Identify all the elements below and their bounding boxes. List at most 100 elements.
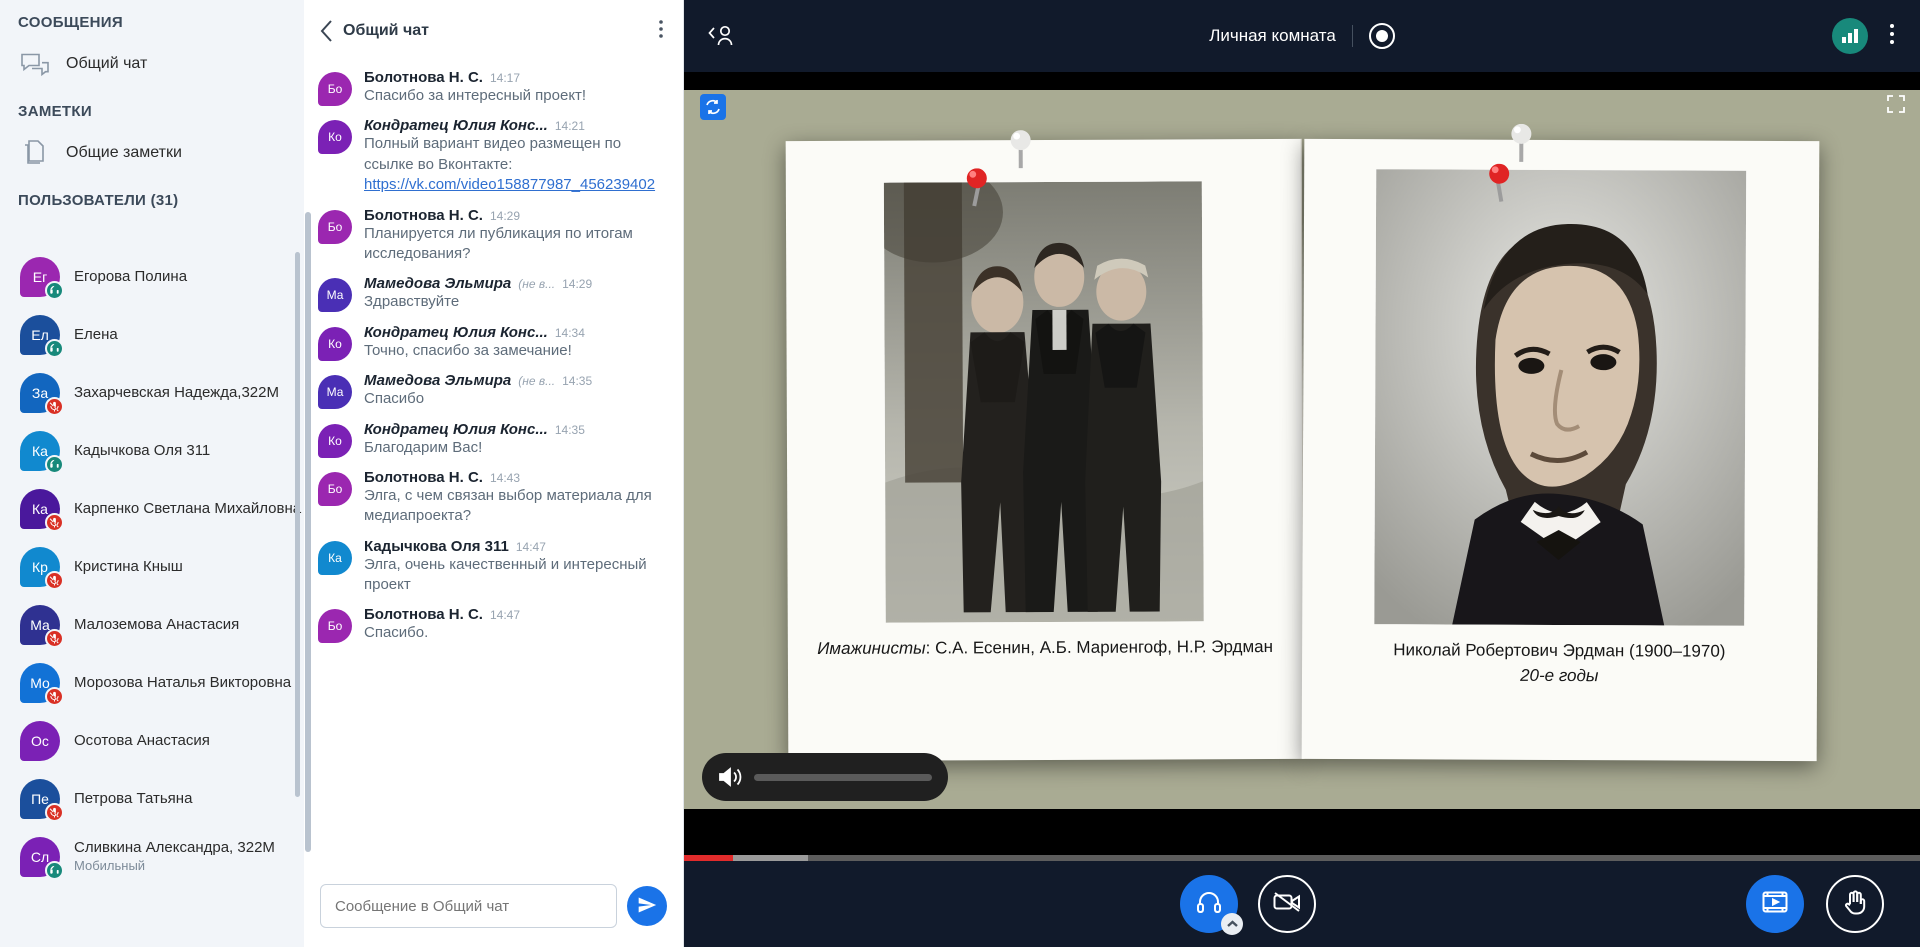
message-header: Кондратец Юлия Конс... 14:34 (364, 324, 671, 341)
message-avatar: Ко (318, 326, 352, 361)
progress-played (684, 855, 734, 861)
user-name-group: Кристина Кныш (74, 558, 183, 577)
user-list-item[interactable]: Ка Кадычкова Оля 311 (0, 422, 304, 480)
message-time: 14:43 (489, 470, 520, 485)
fullscreen-icon[interactable] (1886, 94, 1906, 119)
message-list[interactable]: Бо Болотнова Н. С. 14:17 Спасибо за интерес… (304, 62, 683, 865)
user-list[interactable]: Ег Егорова Полина Ел Елена За Захарчевская На… (0, 248, 304, 947)
message-avatar: Бо (318, 609, 352, 644)
connection-status-icon[interactable] (1832, 18, 1868, 54)
message-body: Мамедова Эльмира (не в... 14:29 Здравствуйт… (364, 275, 671, 312)
headset-badge-icon (45, 281, 64, 300)
chat-message: Ко Кондратец Юлия Конс... 14:21 Полный вари… (318, 110, 671, 199)
presentation-button[interactable] (1746, 875, 1804, 933)
message-header: Кондратец Юлия Конс... 14:35 (364, 421, 671, 438)
volume-control[interactable] (702, 753, 948, 801)
chevron-left-icon[interactable] (320, 20, 333, 42)
avatar-initials: Ос (20, 721, 60, 761)
message-avatar: Ко (318, 120, 352, 155)
message-avatar: Ко (318, 423, 352, 458)
user-list-item[interactable]: Ка Карпенко Светлана Михайловна (0, 480, 304, 538)
headset-icon (1196, 889, 1222, 920)
chevron-up-icon[interactable] (1221, 913, 1243, 935)
pushpin-red-right (1488, 163, 1509, 202)
chat-scrollbar[interactable] (305, 212, 311, 852)
presentation-icon (1762, 890, 1788, 919)
avatar: Сл (20, 837, 64, 880)
sidebar-item-shared-notes[interactable]: Общие заметки (0, 128, 304, 178)
user-list-item[interactable]: Мо Морозова Наталья Викторовна (0, 654, 304, 712)
message-time: 14:17 (489, 71, 520, 85)
message-link[interactable]: https://vk.com/video158877987_456239402 (364, 176, 655, 193)
message-text: Здравствуйте (364, 293, 460, 311)
options-menu-icon[interactable] (1886, 20, 1898, 53)
message-text: Благодарим Вас! (364, 438, 483, 456)
avatar: Ег (20, 257, 64, 300)
user-list-item[interactable]: За Захарчевская Надежда,322М (0, 364, 304, 422)
message-author-tag: (не в... (518, 374, 556, 389)
avatar: Ос (20, 721, 60, 761)
room-name: Личная комната (1209, 26, 1336, 45)
message-text: Спасибо (364, 390, 425, 408)
speaker-icon[interactable] (718, 766, 744, 788)
chat-panel: Общий чат Бо Болотнова Н. С. 14:17 Спасибо … (304, 0, 684, 947)
raise-hand-button[interactable] (1826, 875, 1884, 933)
message-text: Элга, с чем связан выбор материала для м… (364, 486, 652, 525)
chat-message: Бо Болотнова Н. С. 14:17 Спасибо за интерес… (318, 62, 671, 110)
message-body: Болотнова Н. С. 14:47 Спасибо. (364, 606, 671, 643)
chat-message: Ко Кондратец Юлия Конс... 14:34 Точно, спас… (318, 317, 671, 365)
sidebar-scrollbar[interactable] (295, 252, 300, 797)
main-video-area: Личная комната Имажинисты: С.А. Есенин, … (684, 0, 1920, 947)
camera-button[interactable] (1258, 875, 1316, 933)
user-name: Морозова Наталья Викторовна (74, 673, 292, 691)
message-body: Болотнова Н. С. 14:17 Спасибо за интересны… (364, 69, 671, 106)
chat-message: Бо Болотнова Н. С. 14:43 Элга, с чем связан… (318, 462, 671, 531)
user-name: Сливкина Александра, 322М (74, 838, 275, 856)
message-avatar: Бо (318, 209, 352, 244)
record-indicator-icon[interactable] (1368, 23, 1395, 49)
user-list-item[interactable]: Ма Малоземова Анастасия (0, 596, 304, 654)
slide-right-caption: Николай Робертович Эрдман (1900–1970) 20… (1301, 624, 1816, 690)
user-list-item[interactable]: Ос Осотова Анастасия (0, 712, 304, 770)
headset-badge-icon (45, 455, 64, 474)
muted-mic-badge-icon (45, 397, 64, 416)
slide-left-caption-rest: : С.А. Есенин, А.Б. Мариенгоф, Н.Р. Эрдм… (925, 637, 1274, 658)
headset-badge-icon (45, 861, 64, 880)
user-name: Петрова Татьяна (74, 789, 193, 807)
user-name: Малоземова Анастасия (74, 615, 240, 633)
message-text: Элга, очень качественный и интересный пр… (364, 555, 647, 594)
back-to-user-icon[interactable] (706, 22, 738, 50)
message-body: Мамедова Эльмира (не в... 14:35 Спасибо (364, 372, 671, 409)
user-name: Кадычкова Оля 311 (74, 441, 211, 459)
chat-title: Общий чат (343, 22, 429, 39)
muted-mic-badge-icon (45, 629, 64, 648)
user-name-group: Елена (74, 326, 118, 345)
send-button[interactable] (627, 886, 667, 926)
users-count: (31) (150, 192, 179, 209)
sidebar-item-public-chat[interactable]: Общий чат (0, 39, 304, 89)
user-list-item[interactable]: Ег Егорова Полина (0, 248, 304, 306)
top-bar-actions (1832, 18, 1898, 54)
pushpin-red-left (966, 168, 987, 207)
message-body: Болотнова Н. С. 14:43 Элга, с чем связан в… (364, 469, 671, 527)
volume-slider[interactable] (754, 773, 932, 781)
users-section-title: ПОЛЬЗОВАТЕЛИ (31) (0, 178, 304, 217)
message-author: Кондратец Юлия Конс... (364, 420, 548, 438)
user-list-item[interactable]: Ел Елена (0, 306, 304, 364)
user-name: Елена (74, 325, 118, 343)
photo-erdman (1373, 169, 1746, 626)
message-input[interactable] (320, 884, 617, 928)
user-list-item[interactable]: Кр Кристина Кныш (0, 538, 304, 596)
kebab-menu-icon[interactable] (655, 16, 667, 47)
slide-book: Имажинисты: С.А. Есенин, А.Б. Мариенгоф,… (785, 123, 1819, 762)
media-progress-bar[interactable] (684, 855, 1920, 861)
muted-mic-badge-icon (45, 571, 64, 590)
photo-imaginists (884, 181, 1204, 623)
pushpin-white-left (1010, 130, 1031, 169)
audio-button[interactable] (1180, 875, 1243, 935)
user-list-item[interactable]: Пе Петрова Татьяна (0, 770, 304, 828)
message-header: Кондратец Юлия Конс... 14:21 (364, 117, 671, 134)
user-list-item[interactable]: Сл Сливкина Александра, 322М Мобильный (0, 828, 304, 886)
refresh-presentation-icon[interactable] (700, 94, 726, 120)
message-time: 14:35 (554, 422, 585, 437)
